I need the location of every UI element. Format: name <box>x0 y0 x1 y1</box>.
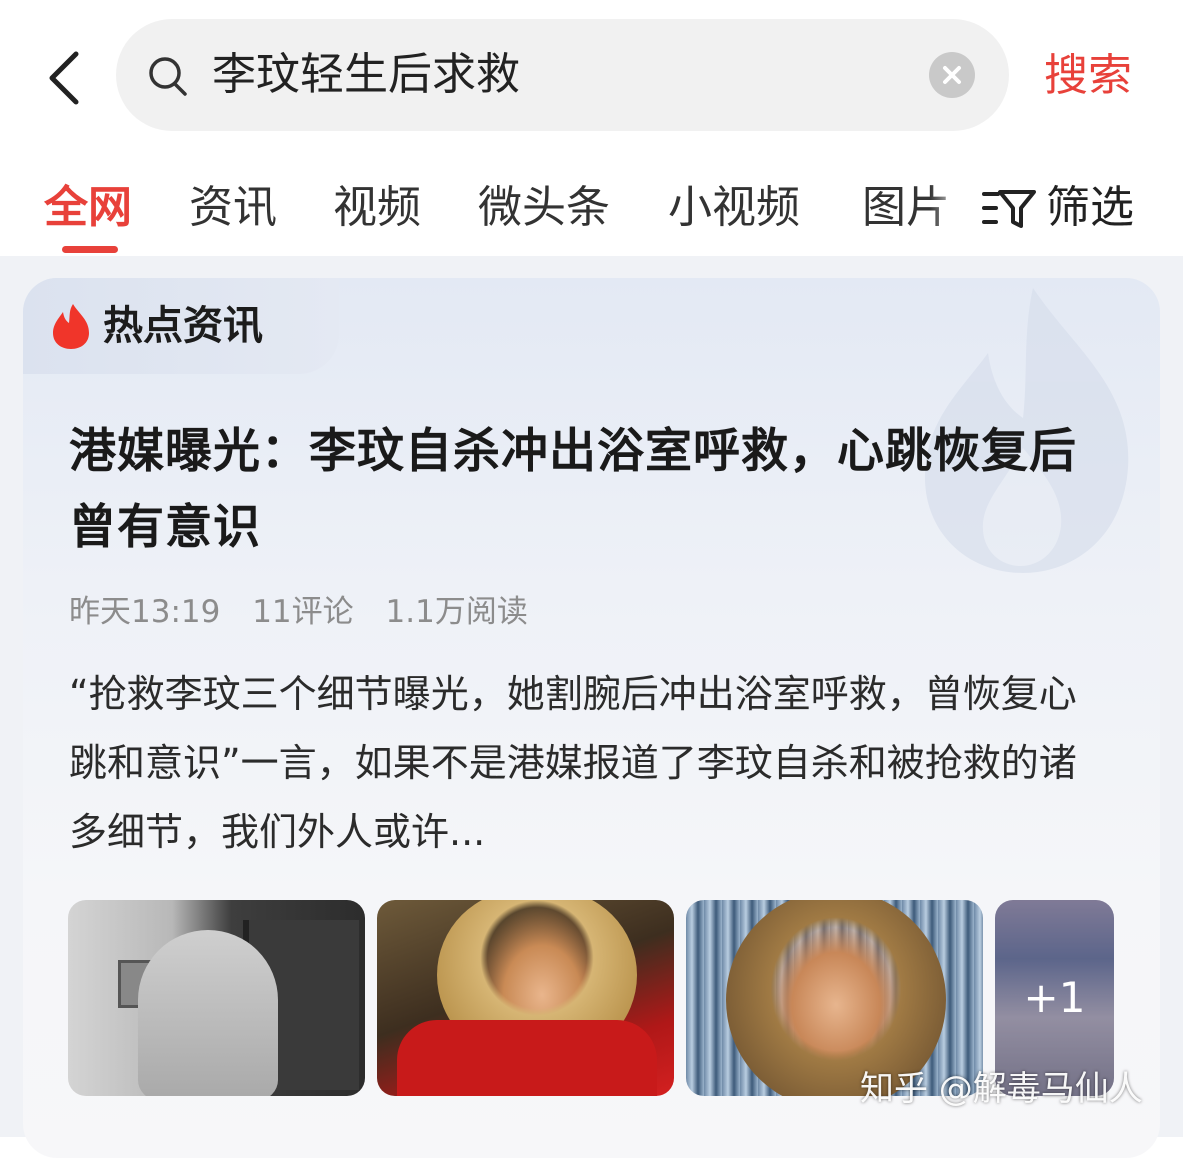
tab-scroll-fade <box>930 170 980 246</box>
search-header: 搜索 <box>0 0 1183 150</box>
clear-search-button[interactable] <box>929 52 975 98</box>
tab-video[interactable]: 视频 <box>333 180 421 236</box>
tab-all[interactable]: 全网 <box>44 180 132 236</box>
fire-icon <box>53 304 89 349</box>
red-dress <box>397 1020 657 1096</box>
person-silhouette <box>138 930 278 1096</box>
filter-label: 筛选 <box>1046 182 1134 233</box>
article-summary[interactable]: “抢救李玟三个细节曝光，她割腕后冲出浴室呼救，曾恢复心跳和意识”一言，如果不是港… <box>69 660 1099 867</box>
article-headline[interactable]: 港媒曝光：李玟自杀冲出浴室呼救，心跳恢复后曾有意识 <box>69 414 1079 566</box>
publish-time: 昨天13:19 <box>69 594 221 630</box>
article-meta: 昨天13:19 11评论 1.1万阅读 <box>69 590 550 634</box>
search-button[interactable]: 搜索 <box>1044 46 1132 106</box>
watermark-text: 知乎 @解毒马仙人 <box>860 1069 1143 1109</box>
close-icon <box>943 66 961 84</box>
active-tab-indicator <box>62 246 118 253</box>
category-tabs: 全网 资讯 视频 微头条 小视频 图片 筛选 <box>0 150 1183 256</box>
hot-news-header: 热点资讯 <box>23 278 339 374</box>
chevron-left-icon <box>49 51 79 105</box>
filter-icon <box>982 190 1036 228</box>
tab-short-video[interactable]: 小视频 <box>668 180 800 236</box>
hot-news-label: 热点资讯 <box>103 303 263 349</box>
tab-news[interactable]: 资讯 <box>189 180 277 236</box>
hot-news-card[interactable]: 热点资讯 港媒曝光：李玟自杀冲出浴室呼救，心跳恢复后曾有意识 昨天13:19 1… <box>23 278 1160 1158</box>
article-image-1[interactable] <box>68 900 365 1096</box>
search-input[interactable] <box>212 44 912 106</box>
comment-count: 11评论 <box>252 594 354 630</box>
article-image-2[interactable] <box>377 900 674 1096</box>
read-count: 1.1万阅读 <box>385 594 528 630</box>
search-icon <box>149 57 187 96</box>
back-button[interactable] <box>36 40 96 112</box>
tab-micro-headline[interactable]: 微头条 <box>478 180 610 236</box>
search-box[interactable] <box>116 19 1009 131</box>
